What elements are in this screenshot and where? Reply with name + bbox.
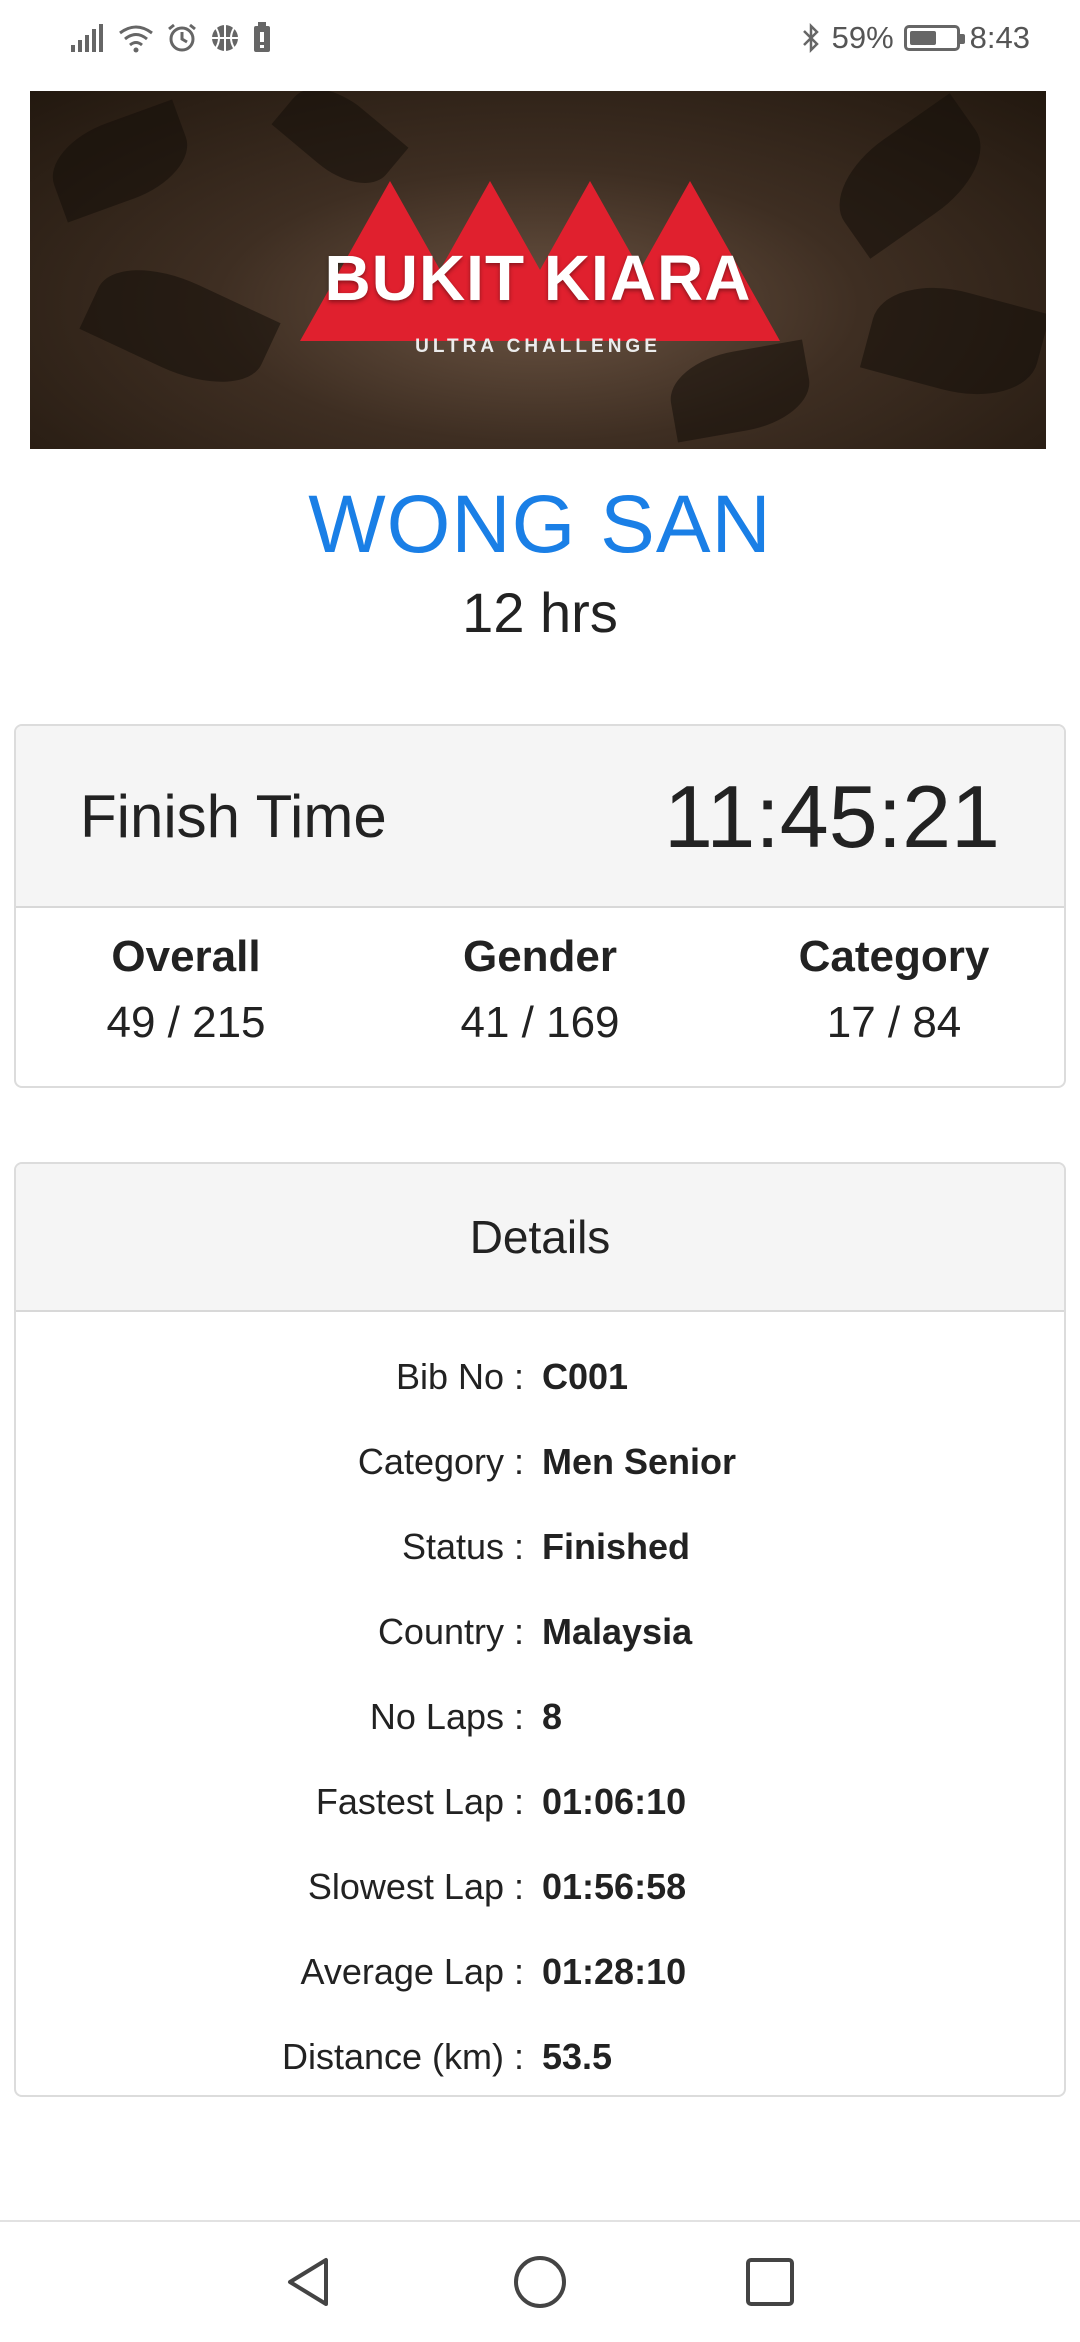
rank-category: Category 17 / 84 xyxy=(764,908,1024,1048)
banner-subtitle: ULTRA CHALLENGE xyxy=(415,336,661,357)
finish-time-label: Finish Time xyxy=(80,783,387,850)
detail-row-category: Category : Men Senior xyxy=(16,1419,1064,1504)
rank-value: 41 / 169 xyxy=(460,998,620,1047)
detail-value: C001 xyxy=(542,1355,629,1397)
detail-label: Average Lap : xyxy=(300,1950,524,1992)
finish-time-header: Finish Time 11:45:21 xyxy=(16,726,1064,908)
detail-row-distance: Distance (km) : 53.5 xyxy=(16,2014,1064,2095)
detail-label: Status : xyxy=(401,1525,524,1567)
wifi-icon xyxy=(118,23,154,53)
details-list: Bib No : C001 Category : Men Senior Status… xyxy=(16,1312,1064,2095)
event-banner: BUKIT KIARA ULTRA CHALLENGE xyxy=(30,91,1046,449)
rank-value: 49 / 215 xyxy=(106,998,266,1047)
detail-label: Fastest Lap : xyxy=(315,1780,524,1822)
detail-label: Slowest Lap : xyxy=(307,1865,524,1907)
detail-label: No Laps : xyxy=(369,1695,524,1737)
system-nav-bar xyxy=(0,2220,1080,2342)
detail-value: 01:56:58 xyxy=(542,1865,687,1907)
detail-value: 8 xyxy=(542,1695,563,1737)
battery-percent: 59% xyxy=(831,20,894,55)
detail-row-laps: No Laps : 8 xyxy=(16,1674,1064,1759)
banner-title: BUKIT KIARA xyxy=(324,242,752,314)
detail-value: Finished xyxy=(542,1525,691,1567)
finish-time-value: 11:45:21 xyxy=(663,767,1000,866)
clock: 8:43 xyxy=(969,20,1030,55)
rank-label: Overall xyxy=(111,932,261,981)
runner-event: 12 hrs xyxy=(462,581,618,644)
rankings: Overall 49 / 215 Gender 41 / 169 Categor… xyxy=(16,908,1064,1048)
home-icon[interactable] xyxy=(512,2254,568,2310)
status-bar: 59% 8:43 xyxy=(0,0,1080,74)
finish-time-card: Finish Time 11:45:21 Overall 49 / 215 Ge… xyxy=(14,724,1066,1088)
detail-value: Men Senior xyxy=(542,1440,737,1482)
detail-value: Malaysia xyxy=(542,1610,693,1652)
detail-row-average-lap: Average Lap : 01:28:10 xyxy=(16,1929,1064,2014)
detail-value: 53.5 xyxy=(542,2035,613,2077)
runner-name: WONG SAN xyxy=(308,479,772,570)
details-title: Details xyxy=(16,1164,1064,1312)
status-icons-left xyxy=(70,18,272,58)
detail-row-bib: Bib No : C001 xyxy=(16,1334,1064,1419)
battery-icon xyxy=(903,25,965,51)
alarm-icon xyxy=(166,22,198,54)
rank-overall: Overall 49 / 215 xyxy=(56,908,316,1048)
detail-row-status: Status : Finished xyxy=(16,1504,1064,1589)
battery-level-fill xyxy=(909,31,936,45)
detail-label: Bib No : xyxy=(395,1355,524,1397)
rank-gender: Gender 41 / 169 xyxy=(410,908,670,1048)
signal-icon xyxy=(70,23,106,53)
back-icon[interactable] xyxy=(282,2254,338,2310)
detail-label: Category : xyxy=(357,1440,524,1482)
status-icons-right: 59% 8:43 xyxy=(800,18,1030,58)
detail-row-fastest-lap: Fastest Lap : 01:06:10 xyxy=(16,1759,1064,1844)
detail-value: 01:06:10 xyxy=(542,1780,687,1822)
rank-label: Category xyxy=(798,932,990,981)
detail-value: 01:28:10 xyxy=(542,1950,687,1992)
details-card: Details Bib No : C001 Category : Men Senio… xyxy=(14,1162,1066,2097)
recents-icon[interactable] xyxy=(742,2254,798,2310)
detail-row-slowest-lap: Slowest Lap : 01:56:58 xyxy=(16,1844,1064,1929)
rank-label: Gender xyxy=(462,932,618,981)
bluetooth-icon xyxy=(800,22,822,54)
detail-label: Country : xyxy=(377,1610,524,1652)
basketball-icon xyxy=(210,23,240,53)
detail-label: Distance (km) : xyxy=(281,2035,524,2077)
sim-battery-icon xyxy=(252,22,272,54)
detail-row-country: Country : Malaysia xyxy=(16,1589,1064,1674)
rank-value: 17 / 84 xyxy=(826,998,962,1047)
